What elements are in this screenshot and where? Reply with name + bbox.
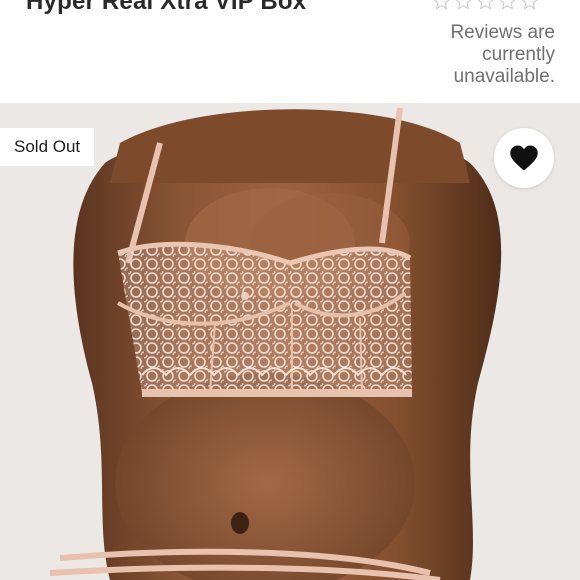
product-header: Hyper Real Xtra VIP Box Reviews are curr… [0,0,580,103]
product-photo[interactable] [0,103,580,580]
product-photo-illustration [0,103,580,580]
star-outline-icon [477,0,494,10]
star-outline-icon [521,0,538,10]
star-outline-icon [433,0,450,10]
sold-out-badge: Sold Out [0,128,95,166]
product-title: Hyper Real Xtra VIP Box [26,0,307,15]
star-outline-icon [499,0,516,10]
like-button[interactable] [494,128,554,188]
rating-stars [432,0,539,11]
reviews-unavailable-text: Reviews are currently unavailable. [450,22,555,87]
star-outline-icon [455,0,472,10]
heart-icon [510,145,538,171]
